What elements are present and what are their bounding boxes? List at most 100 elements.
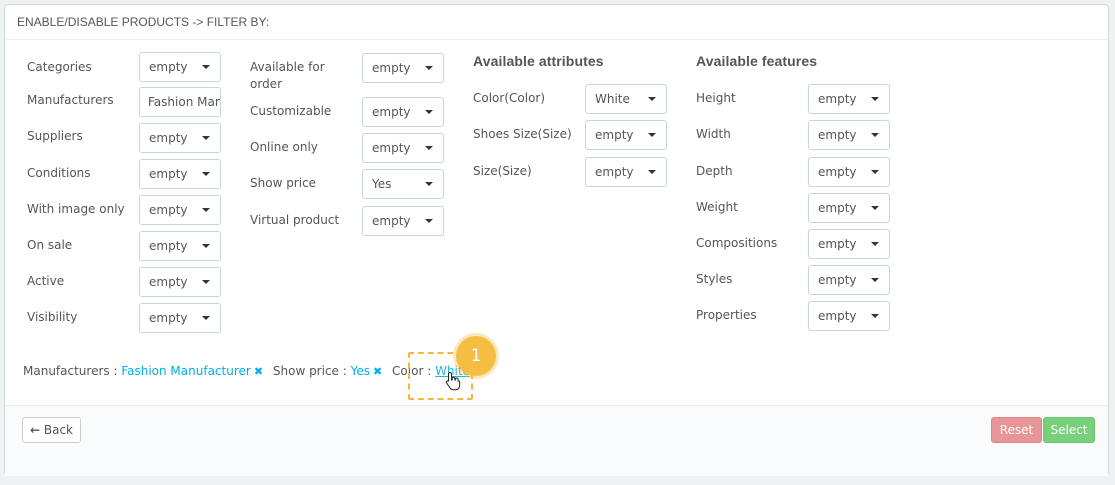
customizable-select[interactable]: empty <box>362 97 444 127</box>
chevron-down-icon <box>871 242 879 246</box>
shoes-size-label: Shoes Size(Size) <box>473 127 572 141</box>
on-sale-value: empty <box>149 239 188 253</box>
online-only-label: Online only <box>250 140 318 154</box>
height-value: empty <box>818 92 857 106</box>
depth-value: empty <box>818 165 857 179</box>
filter-show-price-label: Show price : <box>272 364 347 378</box>
available-for-order-select[interactable]: empty <box>362 53 444 83</box>
conditions-select[interactable]: empty <box>139 159 221 189</box>
chevron-down-icon <box>202 280 210 284</box>
weight-value: empty <box>818 201 857 215</box>
shoes-size-select[interactable]: empty <box>585 120 667 150</box>
available-for-order-label-line2: order <box>250 77 282 91</box>
weight-select[interactable]: empty <box>808 193 890 223</box>
suppliers-value: empty <box>149 131 188 145</box>
properties-select[interactable]: empty <box>808 301 890 331</box>
chevron-down-icon <box>202 136 210 140</box>
select-button[interactable]: Select <box>1043 417 1095 443</box>
chevron-down-icon <box>871 170 879 174</box>
manufacturers-input[interactable]: Fashion Man <box>139 87 221 117</box>
compositions-label: Compositions <box>696 236 778 250</box>
size-label: Size(Size) <box>473 164 532 178</box>
online-only-select[interactable]: empty <box>362 133 444 163</box>
color-value: White <box>595 92 630 106</box>
arrow-left-icon: ← <box>29 423 41 437</box>
height-label: Height <box>696 91 736 105</box>
manufacturers-label: Manufacturers <box>27 93 114 107</box>
virtual-product-value: empty <box>372 214 411 228</box>
visibility-select[interactable]: empty <box>139 303 221 333</box>
virtual-product-label: Virtual product <box>250 213 340 227</box>
back-button[interactable]: ← Back <box>22 417 81 443</box>
width-value: empty <box>818 128 857 142</box>
chevron-down-icon <box>425 182 433 186</box>
visibility-value: empty <box>149 311 188 325</box>
with-image-select[interactable]: empty <box>139 195 221 225</box>
on-sale-label: On sale <box>27 238 73 252</box>
chevron-down-icon <box>648 133 656 137</box>
show-price-value: Yes <box>372 177 392 191</box>
properties-value: empty <box>818 309 857 323</box>
remove-show-price-icon[interactable]: ✖ <box>373 365 382 378</box>
chevron-down-icon <box>871 133 879 137</box>
styles-label: Styles <box>696 272 733 286</box>
depth-select[interactable]: empty <box>808 157 890 187</box>
styles-value: empty <box>818 273 857 287</box>
customizable-label: Customizable <box>250 104 332 118</box>
filter-manufacturers-label: Manufacturers : <box>23 364 118 378</box>
show-price-select[interactable]: Yes <box>362 169 444 199</box>
on-sale-select[interactable]: empty <box>139 231 221 261</box>
available-for-order-value: empty <box>372 61 411 75</box>
chevron-down-icon <box>202 244 210 248</box>
filter-manufacturers-value[interactable]: Fashion Manufacturer <box>121 364 251 378</box>
active-select[interactable]: empty <box>139 267 221 297</box>
width-label: Width <box>696 127 731 141</box>
conditions-label: Conditions <box>27 166 91 180</box>
chevron-down-icon <box>425 66 433 70</box>
chevron-down-icon <box>871 206 879 210</box>
features-title: Available features <box>696 53 818 69</box>
chevron-down-icon <box>425 146 433 150</box>
available-for-order-label: Available for order <box>250 59 325 93</box>
weight-label: Weight <box>696 200 738 214</box>
depth-label: Depth <box>696 164 733 178</box>
categories-select[interactable]: empty <box>139 52 221 82</box>
virtual-product-select[interactable]: empty <box>362 206 444 236</box>
filter-panel: ENABLE/DISABLE PRODUCTS -> FILTER BY: Ca… <box>4 4 1109 476</box>
chevron-down-icon <box>871 314 879 318</box>
chevron-down-icon <box>202 208 210 212</box>
chevron-down-icon <box>871 97 879 101</box>
with-image-value: empty <box>149 203 188 217</box>
properties-label: Properties <box>696 308 757 322</box>
with-image-label: With image only <box>27 202 125 216</box>
color-label: Color(Color) <box>473 91 546 105</box>
color-select[interactable]: White <box>585 84 667 114</box>
online-only-value: empty <box>372 141 411 155</box>
available-for-order-label-line1: Available for <box>250 60 325 74</box>
step-badge: 1 <box>456 336 496 376</box>
chevron-down-icon <box>202 65 210 69</box>
show-price-label: Show price <box>250 176 317 190</box>
suppliers-label: Suppliers <box>27 129 83 143</box>
back-button-label: Back <box>43 423 74 437</box>
chevron-down-icon <box>202 172 210 176</box>
chevron-down-icon <box>202 316 210 320</box>
compositions-select[interactable]: empty <box>808 229 890 259</box>
panel-title: ENABLE/DISABLE PRODUCTS -> FILTER BY: <box>5 5 1108 40</box>
remove-manufacturers-icon[interactable]: ✖ <box>254 365 263 378</box>
chevron-down-icon <box>871 278 879 282</box>
customizable-value: empty <box>372 105 411 119</box>
visibility-label: Visibility <box>27 310 78 324</box>
size-select[interactable]: empty <box>585 157 667 187</box>
height-select[interactable]: empty <box>808 84 890 114</box>
chevron-down-icon <box>425 110 433 114</box>
styles-select[interactable]: empty <box>808 265 890 295</box>
chevron-down-icon <box>648 97 656 101</box>
suppliers-select[interactable]: empty <box>139 123 221 153</box>
attributes-title: Available attributes <box>473 53 604 69</box>
filter-show-price-value[interactable]: Yes <box>351 364 370 378</box>
size-value: empty <box>595 165 634 179</box>
reset-button[interactable]: Reset <box>991 417 1042 443</box>
hand-cursor-icon <box>445 371 461 394</box>
width-select[interactable]: empty <box>808 120 890 150</box>
